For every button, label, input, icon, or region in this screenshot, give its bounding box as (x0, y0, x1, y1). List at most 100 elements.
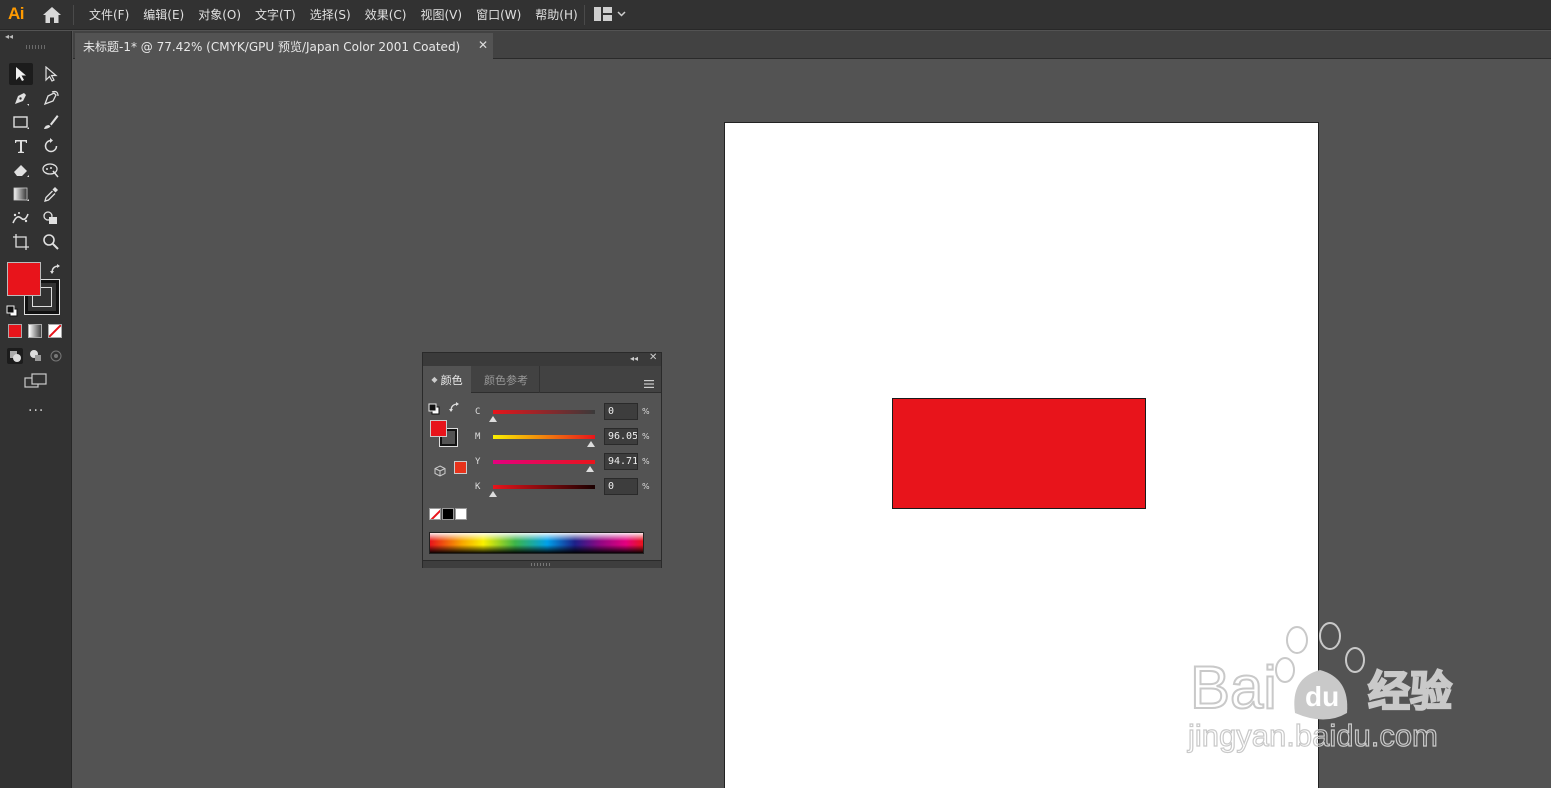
menu-view[interactable]: 视图(V) (413, 0, 469, 30)
shape-builder-icon (43, 211, 57, 224)
slider-row-c: C 0% (475, 403, 655, 424)
eyedropper-icon (44, 187, 58, 202)
curvature-pen-icon (43, 90, 59, 106)
panel-bottom-bar (423, 560, 661, 568)
default-fill-stroke-icon[interactable] (428, 400, 440, 419)
default-fill-stroke-icon[interactable] (6, 302, 18, 321)
black-swatch[interactable] (442, 508, 454, 520)
symbol-sprayer-icon (12, 212, 29, 224)
artboard-tool[interactable] (9, 231, 33, 253)
home-icon[interactable] (42, 6, 62, 28)
artboard-icon (13, 234, 29, 250)
none-mode-button[interactable] (48, 324, 62, 338)
slider-thumb[interactable] (585, 466, 594, 472)
color-mode-button[interactable] (8, 324, 22, 338)
color-panel: ◂◂ ✕ ◆ 颜色 颜色参考 C 0% M 96.05% Y 94.71% K 0% (422, 352, 662, 568)
color-spectrum-bar[interactable] (429, 532, 644, 554)
fill-color-swatch[interactable] (7, 262, 41, 296)
menu-object[interactable]: 对象(O) (191, 0, 248, 30)
menu-bar: Ai 文件(F) 编辑(E) 对象(O) 文字(T) 选择(S) 效果(C) 视… (0, 0, 1551, 30)
slider-track[interactable] (493, 410, 595, 414)
pen-tool[interactable] (9, 87, 33, 109)
slider-label: C (475, 407, 481, 417)
out-of-gamut-cube-icon[interactable] (434, 462, 446, 481)
slider-row-m: M 96.05% (475, 428, 655, 449)
draw-normal-icon[interactable] (7, 348, 23, 364)
draw-inside-icon[interactable] (48, 348, 64, 364)
document-tab[interactable]: 未标题-1* @ 77.42% (CMYK/GPU 预览/Japan Color… (75, 33, 493, 59)
workspace-switcher-button[interactable] (594, 7, 626, 21)
eyedropper-tool[interactable] (39, 183, 63, 205)
menu-divider (73, 5, 74, 25)
menu-divider (584, 5, 585, 25)
slider-row-k: K 0% (475, 478, 655, 499)
panel-resize-grip[interactable] (531, 563, 551, 566)
swap-fill-stroke-icon[interactable] (49, 262, 63, 281)
tab-color[interactable]: ◆ 颜色 (423, 366, 471, 393)
slider-row-y: Y 94.71% (475, 453, 655, 474)
rotate-tool[interactable] (39, 135, 63, 157)
menu-type[interactable]: 文字(T) (248, 0, 303, 30)
pen-icon (15, 93, 29, 106)
menu-window[interactable]: 窗口(W) (469, 0, 528, 30)
curvature-tool[interactable] (39, 87, 63, 109)
gradient-mode-button[interactable] (28, 324, 42, 338)
app-logo: Ai (8, 4, 25, 23)
rectangle-tool[interactable] (9, 111, 33, 133)
close-document-icon[interactable]: ✕ (478, 38, 488, 52)
swap-fill-stroke-icon[interactable] (448, 399, 461, 418)
selection-arrow-icon (16, 67, 26, 81)
slider-value-input[interactable]: 0 (604, 403, 638, 420)
edit-toolbar-button[interactable]: ··· (28, 403, 44, 419)
menu-file[interactable]: 文件(F) (82, 0, 136, 30)
panel-tabs: ◆ 颜色 颜色参考 (423, 366, 661, 393)
red-rectangle-shape[interactable] (892, 398, 1146, 509)
direct-selection-tool[interactable] (39, 63, 63, 85)
slider-unit: % (642, 482, 650, 491)
slider-thumb[interactable] (489, 491, 497, 497)
slider-track[interactable] (493, 435, 595, 439)
gradient-tool[interactable] (9, 183, 33, 205)
slider-thumb[interactable] (489, 416, 497, 422)
collapse-icon[interactable]: ◂◂ (5, 32, 13, 41)
eraser-tool[interactable] (9, 159, 33, 181)
slider-label: M (475, 432, 481, 442)
tab-options-arrow-icon: ◆ (431, 375, 438, 384)
slider-value-input[interactable]: 94.71 (604, 453, 638, 470)
panel-fill-swatch[interactable] (430, 420, 447, 437)
collapse-panel-icon[interactable]: ◂◂ (630, 354, 638, 363)
slider-track[interactable] (493, 485, 595, 489)
shape-builder-tool[interactable] (39, 207, 63, 229)
slider-unit: % (642, 432, 650, 441)
slider-value-input[interactable]: 0 (604, 478, 638, 495)
zoom-icon (43, 234, 59, 250)
close-panel-icon[interactable]: ✕ (649, 352, 657, 363)
workspace-layout-icon (594, 7, 612, 21)
panel-grip[interactable] (26, 45, 46, 49)
document-tab-bar: 未标题-1* @ 77.42% (CMYK/GPU 预览/Japan Color… (73, 31, 1551, 59)
slider-value-input[interactable]: 96.05 (604, 428, 638, 445)
zoom-tool[interactable] (39, 231, 63, 253)
tab-color-guide[interactable]: 颜色参考 (473, 366, 540, 393)
symbol-sprayer-tool[interactable] (9, 207, 33, 229)
draw-behind-icon[interactable] (28, 348, 44, 364)
selection-tool[interactable] (9, 63, 33, 85)
panel-menu-icon[interactable] (643, 374, 655, 393)
menu-edit[interactable]: 编辑(E) (136, 0, 191, 30)
menu-select[interactable]: 选择(S) (303, 0, 358, 30)
screen-mode-icon[interactable] (24, 373, 48, 393)
paintbrush-icon (44, 115, 59, 129)
menu-effect[interactable]: 效果(C) (358, 0, 414, 30)
panel-title-bar[interactable]: ◂◂ ✕ (423, 352, 661, 366)
type-tool[interactable] (9, 135, 33, 157)
slider-track[interactable] (493, 460, 595, 464)
slider-unit: % (642, 407, 650, 416)
none-swatch[interactable] (429, 508, 441, 520)
in-gamut-color-swatch[interactable] (454, 461, 467, 474)
rotate-icon (44, 138, 58, 153)
paintbrush-tool[interactable] (39, 111, 63, 133)
menu-help[interactable]: 帮助(H) (528, 0, 584, 30)
white-swatch[interactable] (455, 508, 467, 520)
puppet-warp-tool[interactable] (39, 159, 63, 181)
slider-thumb[interactable] (586, 441, 595, 447)
